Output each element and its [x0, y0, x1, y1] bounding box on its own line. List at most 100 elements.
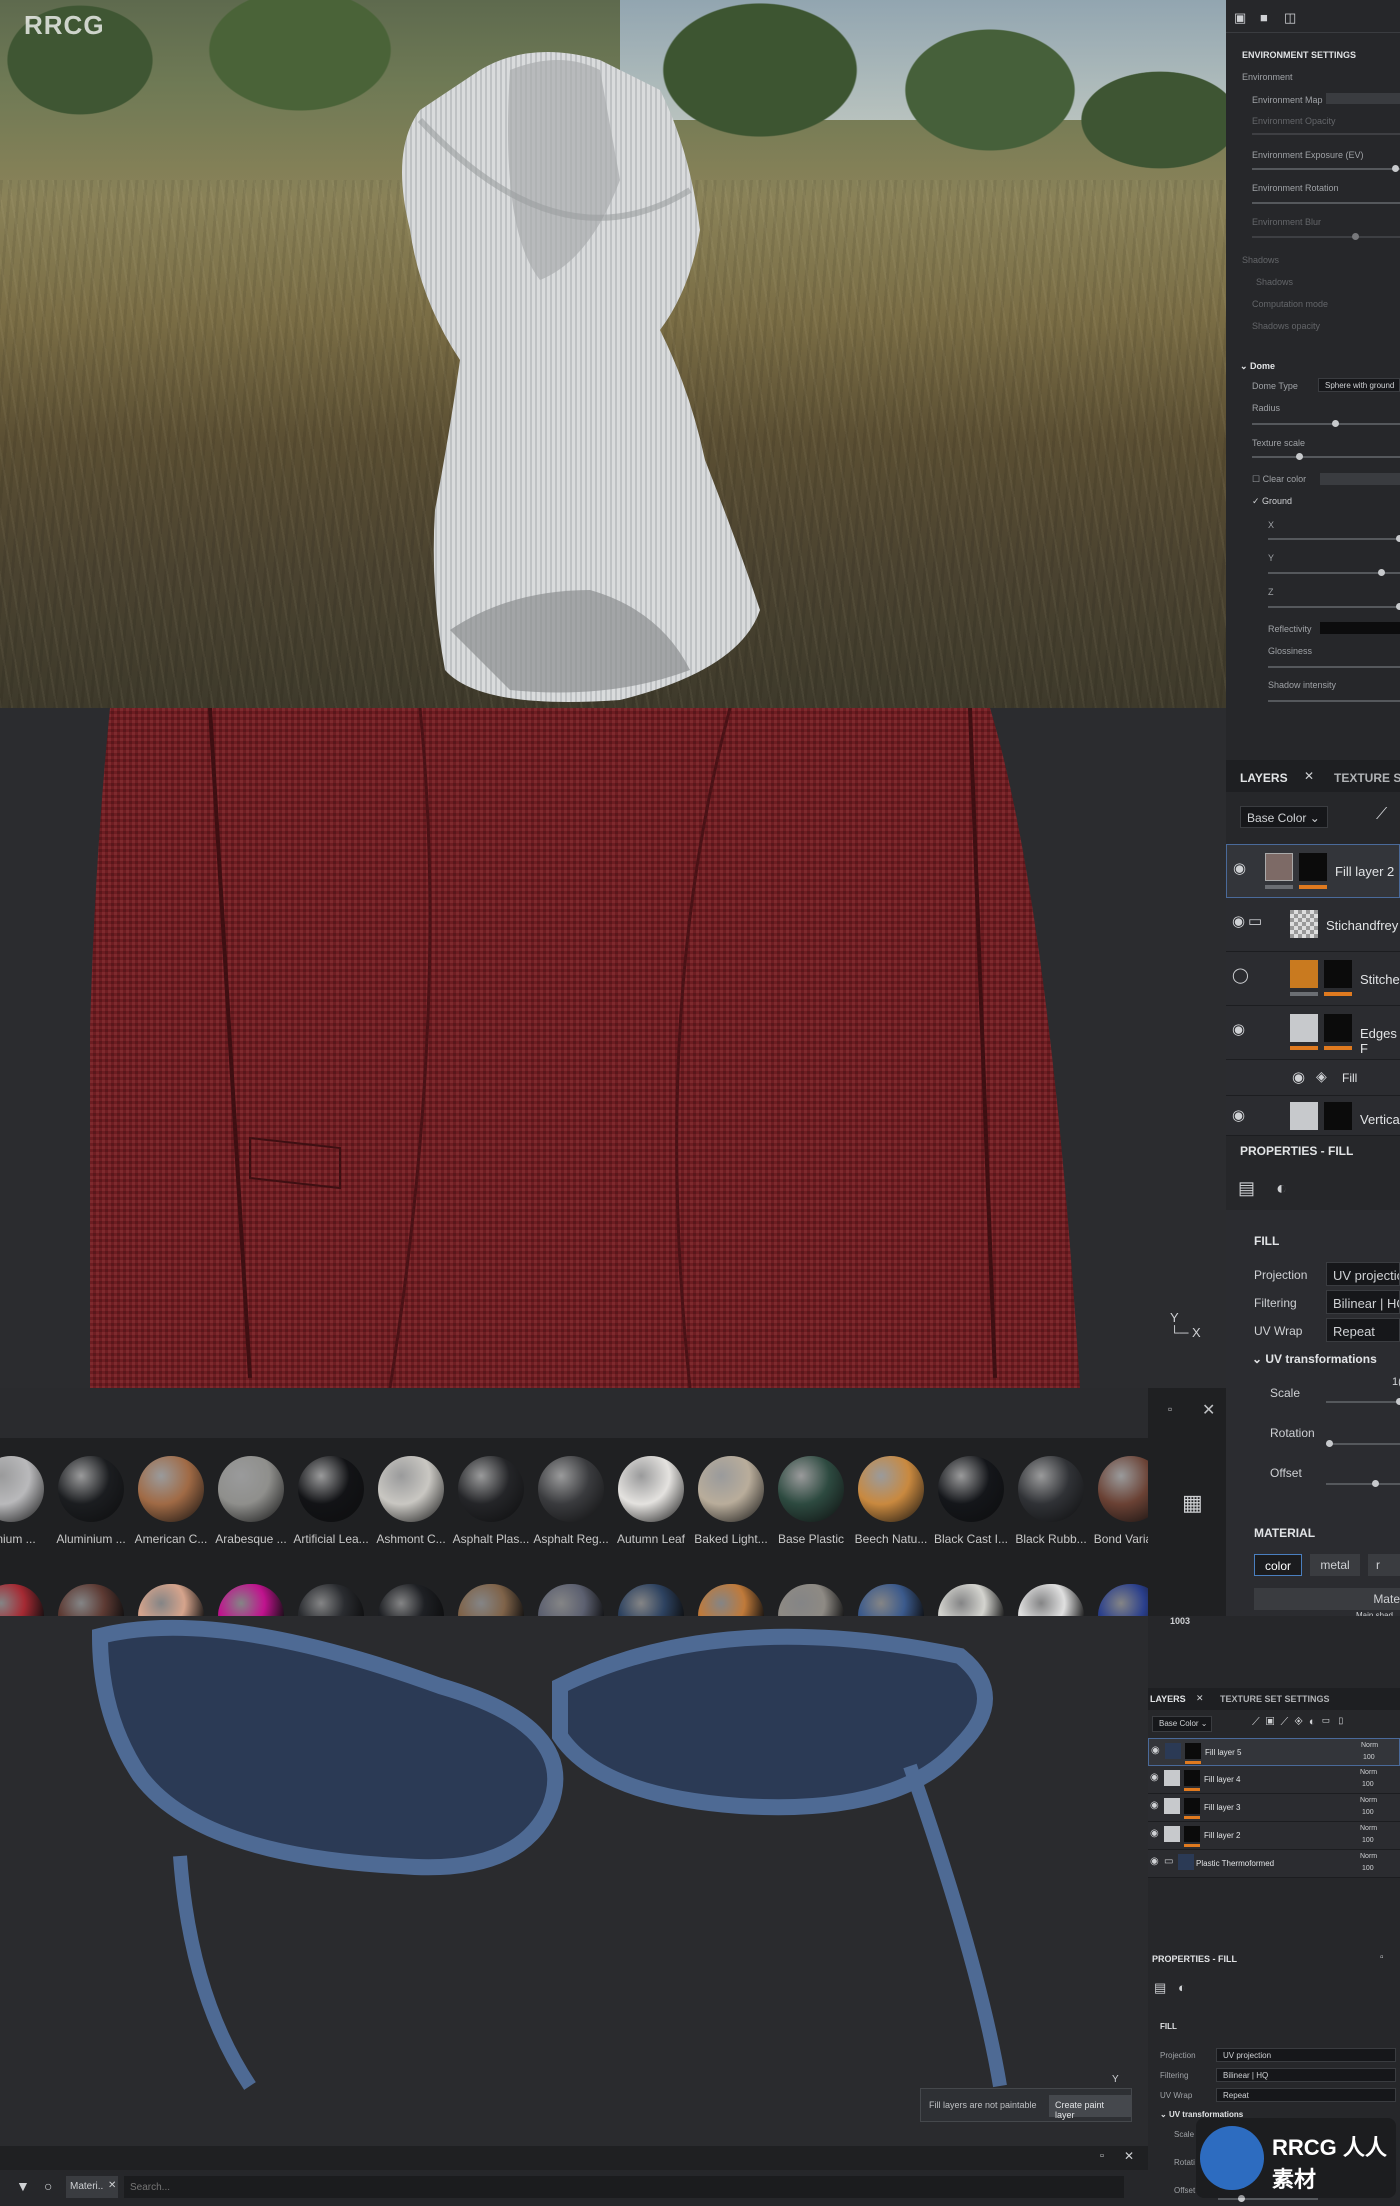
offset-slider[interactable]	[1326, 1480, 1400, 1487]
z-slider[interactable]	[1268, 603, 1400, 610]
material-sphere[interactable]	[1018, 1584, 1084, 1616]
material-sphere[interactable]	[938, 1584, 1004, 1616]
blend-mode[interactable]: Norm	[1361, 1742, 1378, 1749]
close-icon[interactable]: ✕	[1196, 1693, 1204, 1704]
material-sphere[interactable]	[938, 1456, 1004, 1522]
material-sphere[interactable]	[618, 1456, 684, 1522]
eye-icon[interactable]: ◉	[1150, 1772, 1159, 1783]
env-map-field[interactable]	[1326, 93, 1400, 104]
env-rotation-slider[interactable]	[1252, 202, 1400, 204]
rough-channel-button[interactable]: r	[1368, 1554, 1400, 1576]
opacity-value[interactable]: 100	[1363, 1754, 1375, 1761]
projection-select[interactable]: UV projection	[1326, 1262, 1400, 1286]
material-sphere[interactable]	[458, 1456, 524, 1522]
layer-row[interactable]: ◯ Stitches	[1226, 952, 1400, 1006]
layer-row[interactable]: ◉ Fill layer 3 Norm 100	[1148, 1794, 1400, 1822]
color-channel-button[interactable]: color	[1254, 1554, 1302, 1576]
viewport-sunglasses[interactable]: Fill layers are not paintable Create pai…	[0, 1616, 1148, 2146]
layer-row[interactable]: ◉ Edges F	[1226, 1006, 1400, 1060]
environment-tab-icon[interactable]: ▣	[1234, 10, 1246, 26]
metal-channel-button[interactable]: metal	[1310, 1554, 1360, 1576]
shadow-intensity-slider[interactable]	[1268, 700, 1400, 702]
viewport-environment[interactable]: RRCG	[0, 0, 1226, 708]
layer-row[interactable]: ◉ ▭ Stichandfrey	[1226, 898, 1400, 952]
eye-icon[interactable]: ◉	[1150, 1828, 1159, 1839]
uvwrap-select[interactable]: Repeat	[1216, 2088, 1396, 2102]
material-sphere[interactable]	[58, 1584, 124, 1616]
fill-tab-icon[interactable]: ▤	[1238, 1178, 1255, 1199]
channel-select[interactable]: Base Color ⌄	[1152, 1716, 1212, 1732]
tab-texture-set[interactable]: TEXTURE S	[1334, 771, 1400, 785]
material-sphere[interactable]	[778, 1456, 844, 1522]
tab-layers[interactable]: LAYERS	[1240, 771, 1288, 785]
opacity-value[interactable]: 100	[1362, 1865, 1374, 1872]
material-sphere[interactable]	[1018, 1456, 1084, 1522]
material-sphere[interactable]	[618, 1584, 684, 1616]
material-sphere[interactable]	[778, 1584, 844, 1616]
rotation-slider[interactable]	[1326, 1440, 1400, 1447]
close-icon[interactable]: ✕	[1124, 2149, 1134, 2163]
search-input[interactable]	[124, 2176, 1124, 2198]
material-sphere[interactable]	[458, 1584, 524, 1616]
scale-slider[interactable]	[1326, 1398, 1400, 1405]
ground-checkbox[interactable]: ✓ Ground	[1252, 496, 1292, 507]
x-slider[interactable]	[1268, 535, 1400, 542]
glossiness-slider[interactable]	[1268, 666, 1400, 668]
material-sphere[interactable]	[298, 1584, 364, 1616]
blend-mode[interactable]: Norm	[1360, 1769, 1377, 1776]
material-sphere[interactable]	[58, 1456, 124, 1522]
reflectivity-swatch[interactable]	[1320, 622, 1400, 634]
layer-row[interactable]: ◉ Fill layer 2 Norm 100	[1148, 1822, 1400, 1850]
material-tab-icon[interactable]: ◐	[1276, 1178, 1287, 1199]
radius-slider[interactable]	[1252, 420, 1400, 427]
layer-row[interactable]: ◉ Fill layer 4 Norm 100	[1148, 1766, 1400, 1794]
eye-hidden-icon[interactable]: ◯	[1232, 966, 1249, 984]
blend-mode[interactable]: Norm	[1360, 1825, 1377, 1832]
opacity-value[interactable]: 100	[1362, 1781, 1374, 1788]
viewport-jacket[interactable]: Y └─ X	[0, 708, 1226, 1388]
opacity-value[interactable]: 100	[1362, 1837, 1374, 1844]
material-sphere[interactable]	[698, 1456, 764, 1522]
filtering-select[interactable]: Bilinear | HQ	[1326, 1290, 1400, 1314]
tab-layers[interactable]: LAYERS	[1150, 1694, 1186, 1704]
material-sphere[interactable]	[698, 1584, 764, 1616]
eye-icon[interactable]: ◉	[1150, 1800, 1159, 1811]
material-sphere[interactable]	[138, 1456, 204, 1522]
camera-tab-icon[interactable]: ■	[1260, 10, 1268, 25]
eye-icon[interactable]: ◉	[1232, 1020, 1245, 1038]
material-sphere[interactable]	[378, 1584, 444, 1616]
close-icon[interactable]: ✕	[1304, 769, 1314, 783]
material-sphere[interactable]	[298, 1456, 364, 1522]
maximize-icon[interactable]: ▫	[1168, 1402, 1172, 1416]
layer-row[interactable]: ◉ ▭ Plastic Thermoformed Norm 100	[1148, 1850, 1400, 1878]
y-slider[interactable]	[1268, 569, 1400, 576]
channel-select[interactable]: Base Color ⌄	[1240, 806, 1328, 828]
material-sphere[interactable]	[538, 1584, 604, 1616]
clear-color-checkbox[interactable]: ☐ Clear color	[1252, 474, 1306, 485]
close-icon[interactable]: ✕	[1202, 1400, 1215, 1420]
clear-color-swatch[interactable]	[1320, 473, 1400, 485]
material-sphere[interactable]	[218, 1584, 284, 1616]
material-sphere[interactable]	[0, 1584, 44, 1616]
create-paint-layer-button[interactable]: Create paint layer	[1049, 2095, 1131, 2120]
circle-icon[interactable]: ○	[44, 2178, 52, 2194]
blend-mode[interactable]: Norm	[1360, 1797, 1377, 1804]
sublayer-row[interactable]: ◉ ◈ Fill	[1226, 1060, 1400, 1096]
brush-icon[interactable]: ⟋	[1376, 806, 1387, 824]
material-tab-icon[interactable]: ◐	[1178, 1980, 1186, 1995]
filter-icon[interactable]: ▼	[16, 2178, 30, 2194]
material-sphere[interactable]	[858, 1456, 924, 1522]
layer-row[interactable]: ◉ Fill layer 2	[1226, 844, 1400, 898]
display-tab-icon[interactable]: ◫	[1284, 10, 1296, 26]
env-opacity-slider[interactable]	[1252, 133, 1400, 135]
eye-icon[interactable]: ◉	[1150, 1856, 1159, 1867]
uvwrap-select[interactable]: Repeat	[1326, 1318, 1400, 1342]
maximize-icon[interactable]: ▫	[1100, 2150, 1104, 2162]
eye-icon[interactable]: ◉	[1233, 859, 1246, 877]
maximize-icon[interactable]: ▫	[1380, 1952, 1384, 1963]
fill-tab-icon[interactable]: ▤	[1154, 1980, 1166, 1996]
material-sphere[interactable]	[0, 1456, 44, 1522]
grid-view-icon[interactable]: ▦	[1182, 1490, 1203, 1516]
dome-type-select[interactable]: Sphere with ground	[1318, 378, 1400, 392]
layer-row[interactable]: ◉ Vertical	[1226, 1096, 1400, 1136]
